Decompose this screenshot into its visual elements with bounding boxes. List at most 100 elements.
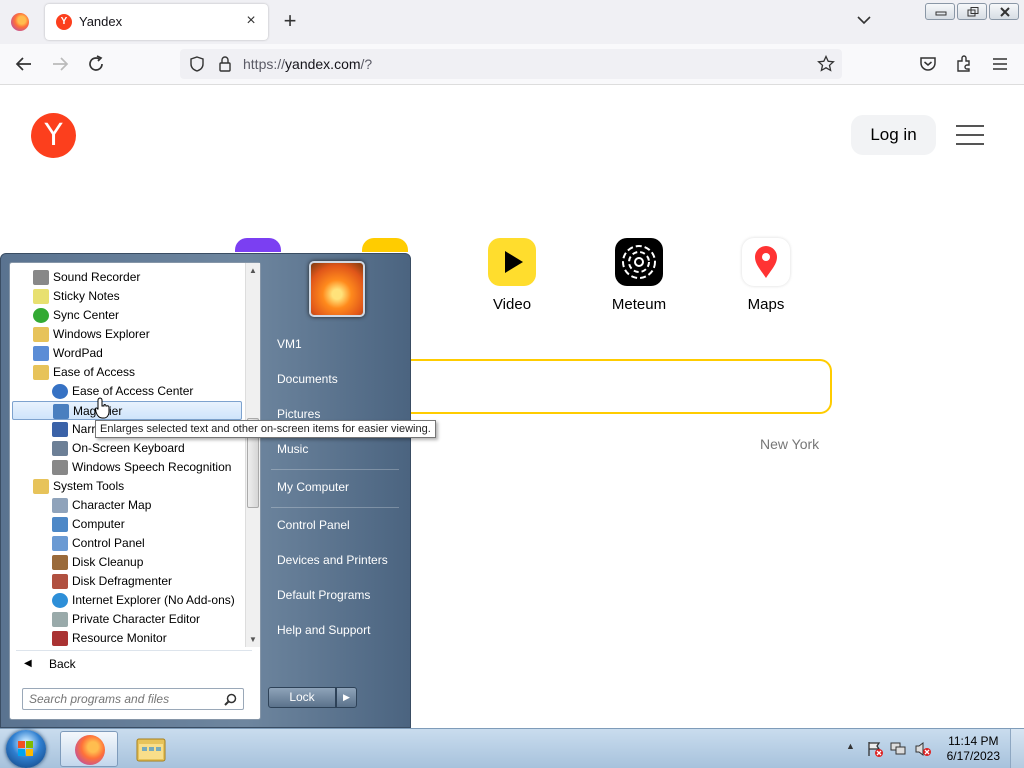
page-menu-icon[interactable] xyxy=(956,125,984,145)
back-arrow-icon[interactable] xyxy=(14,54,34,74)
divider xyxy=(16,650,252,651)
restore-button[interactable] xyxy=(957,3,987,20)
bookmark-star-icon[interactable] xyxy=(817,55,835,73)
show-hidden-icons-icon[interactable]: ▲ xyxy=(846,741,855,751)
weather-city[interactable]: New York xyxy=(760,436,819,452)
lock-icon[interactable] xyxy=(217,55,233,73)
show-desktop-button[interactable] xyxy=(1010,729,1024,768)
meteum-swirl-icon xyxy=(615,238,663,286)
service-maps[interactable]: Maps xyxy=(721,238,811,313)
program-item[interactable]: Sticky Notes xyxy=(12,287,242,306)
start-right-item[interactable]: Devices and Printers xyxy=(269,546,403,574)
minimize-button[interactable] xyxy=(925,3,955,20)
divider xyxy=(271,507,399,508)
taskbar-explorer[interactable] xyxy=(122,731,180,767)
service-meteum[interactable]: Meteum xyxy=(594,238,684,313)
program-item[interactable]: Disk Cleanup xyxy=(12,553,242,572)
clock[interactable]: 11:14 PM 6/17/2023 xyxy=(947,734,1000,764)
start-right-item[interactable]: Help and Support xyxy=(269,616,403,644)
extensions-icon[interactable] xyxy=(954,54,974,74)
program-label: Sound Recorder xyxy=(53,270,141,284)
start-right-item[interactable]: Default Programs xyxy=(269,581,403,609)
start-right-item[interactable]: Music xyxy=(269,435,403,463)
user-picture[interactable] xyxy=(309,261,365,317)
service-video[interactable]: Video xyxy=(467,238,557,313)
program-item[interactable]: Windows Explorer xyxy=(12,325,242,344)
reload-icon[interactable] xyxy=(86,54,106,74)
list-all-tabs-icon[interactable] xyxy=(856,12,872,28)
scroll-up-icon[interactable]: ▲ xyxy=(249,266,257,275)
start-right-item[interactable]: Control Panel xyxy=(269,511,403,539)
clock-date: 6/17/2023 xyxy=(946,749,1000,763)
search-programs-field[interactable] xyxy=(22,688,244,710)
forward-arrow-icon[interactable] xyxy=(50,54,70,74)
program-item[interactable]: Ease of Access xyxy=(12,363,242,382)
hand-cursor-icon xyxy=(95,397,110,419)
program-item[interactable]: Magnifier xyxy=(12,401,242,420)
program-label: Character Map xyxy=(72,498,152,512)
lock-button[interactable]: Lock xyxy=(268,687,336,708)
url-text[interactable]: https://yandex.com/? xyxy=(243,56,372,72)
back-arrow-icon: ◀ xyxy=(24,658,32,669)
programs-scrollbar[interactable]: ▲ ▼ xyxy=(245,263,260,647)
tab-close-button[interactable]: × xyxy=(242,12,260,30)
browser-nav-bar: https://yandex.com/? xyxy=(0,44,1024,85)
volume-muted-icon[interactable] xyxy=(914,741,932,757)
program-item[interactable]: WordPad xyxy=(12,344,242,363)
character-editor-icon xyxy=(52,612,68,627)
magnifier-tooltip: Enlarges selected text and other on-scre… xyxy=(95,420,436,438)
magnifier-icon xyxy=(53,404,69,419)
tracking-shield-icon[interactable] xyxy=(188,55,206,73)
program-item[interactable]: System Tools xyxy=(12,477,242,496)
program-label: Internet Explorer (No Add-ons) xyxy=(72,593,235,607)
program-item[interactable]: Windows Speech Recognition xyxy=(12,458,242,477)
start-menu: Sound Recorder Sticky Notes Sync Center Win… xyxy=(0,253,411,728)
program-item[interactable]: Resource Monitor xyxy=(12,629,242,647)
program-item[interactable]: Computer xyxy=(12,515,242,534)
map-pin-icon xyxy=(742,238,790,286)
pocket-icon[interactable] xyxy=(918,54,938,74)
yandex-search-box[interactable] xyxy=(380,359,832,414)
login-button[interactable]: Log in xyxy=(851,115,936,155)
program-item[interactable]: Ease of Access Center xyxy=(12,382,242,401)
start-right-item[interactable]: My Computer xyxy=(269,473,403,501)
start-right-item[interactable]: Documents xyxy=(269,365,403,393)
firefox-icon xyxy=(75,735,105,765)
divider xyxy=(271,469,399,470)
network-icon[interactable] xyxy=(890,741,908,757)
program-item[interactable]: Control Panel xyxy=(12,534,242,553)
back-button[interactable]: ◀ Back xyxy=(16,653,252,675)
program-item[interactable]: Character Map xyxy=(12,496,242,515)
search-icon[interactable] xyxy=(224,693,237,706)
computer-icon xyxy=(52,517,68,532)
url-bar[interactable]: https://yandex.com/? xyxy=(180,49,842,79)
folder-icon xyxy=(33,479,49,494)
menu-hamburger-icon[interactable] xyxy=(990,54,1010,74)
program-item[interactable]: Private Character Editor xyxy=(12,610,242,629)
power-options-arrow-icon[interactable]: ▶ xyxy=(336,687,357,708)
defrag-icon xyxy=(52,574,68,589)
microphone-icon xyxy=(33,270,49,285)
search-programs-input[interactable] xyxy=(29,691,219,707)
service-label: Maps xyxy=(747,296,785,313)
tab-yandex[interactable]: Y Yandex × xyxy=(45,4,268,40)
yandex-logo[interactable]: Y xyxy=(31,113,76,158)
program-label: WordPad xyxy=(53,346,103,360)
start-button[interactable] xyxy=(6,730,46,768)
program-label: Windows Speech Recognition xyxy=(72,460,232,474)
action-center-flag-icon[interactable] xyxy=(866,741,884,757)
ease-of-access-icon xyxy=(52,384,68,399)
program-item[interactable]: Disk Defragmenter xyxy=(12,572,242,591)
scroll-down-icon[interactable]: ▼ xyxy=(249,635,257,644)
new-tab-button[interactable]: + xyxy=(280,10,300,32)
program-item[interactable]: Sound Recorder xyxy=(12,268,242,287)
program-item[interactable]: Internet Explorer (No Add-ons) xyxy=(12,591,242,610)
program-item[interactable]: Sync Center xyxy=(12,306,242,325)
program-label: System Tools xyxy=(53,479,125,493)
program-item[interactable]: On-Screen Keyboard xyxy=(12,439,242,458)
start-right-item[interactable]: VM1 xyxy=(269,330,403,358)
taskbar-firefox[interactable] xyxy=(60,731,118,767)
close-window-button[interactable] xyxy=(989,3,1019,20)
sync-icon xyxy=(33,308,49,323)
firefox-icon xyxy=(11,13,29,31)
